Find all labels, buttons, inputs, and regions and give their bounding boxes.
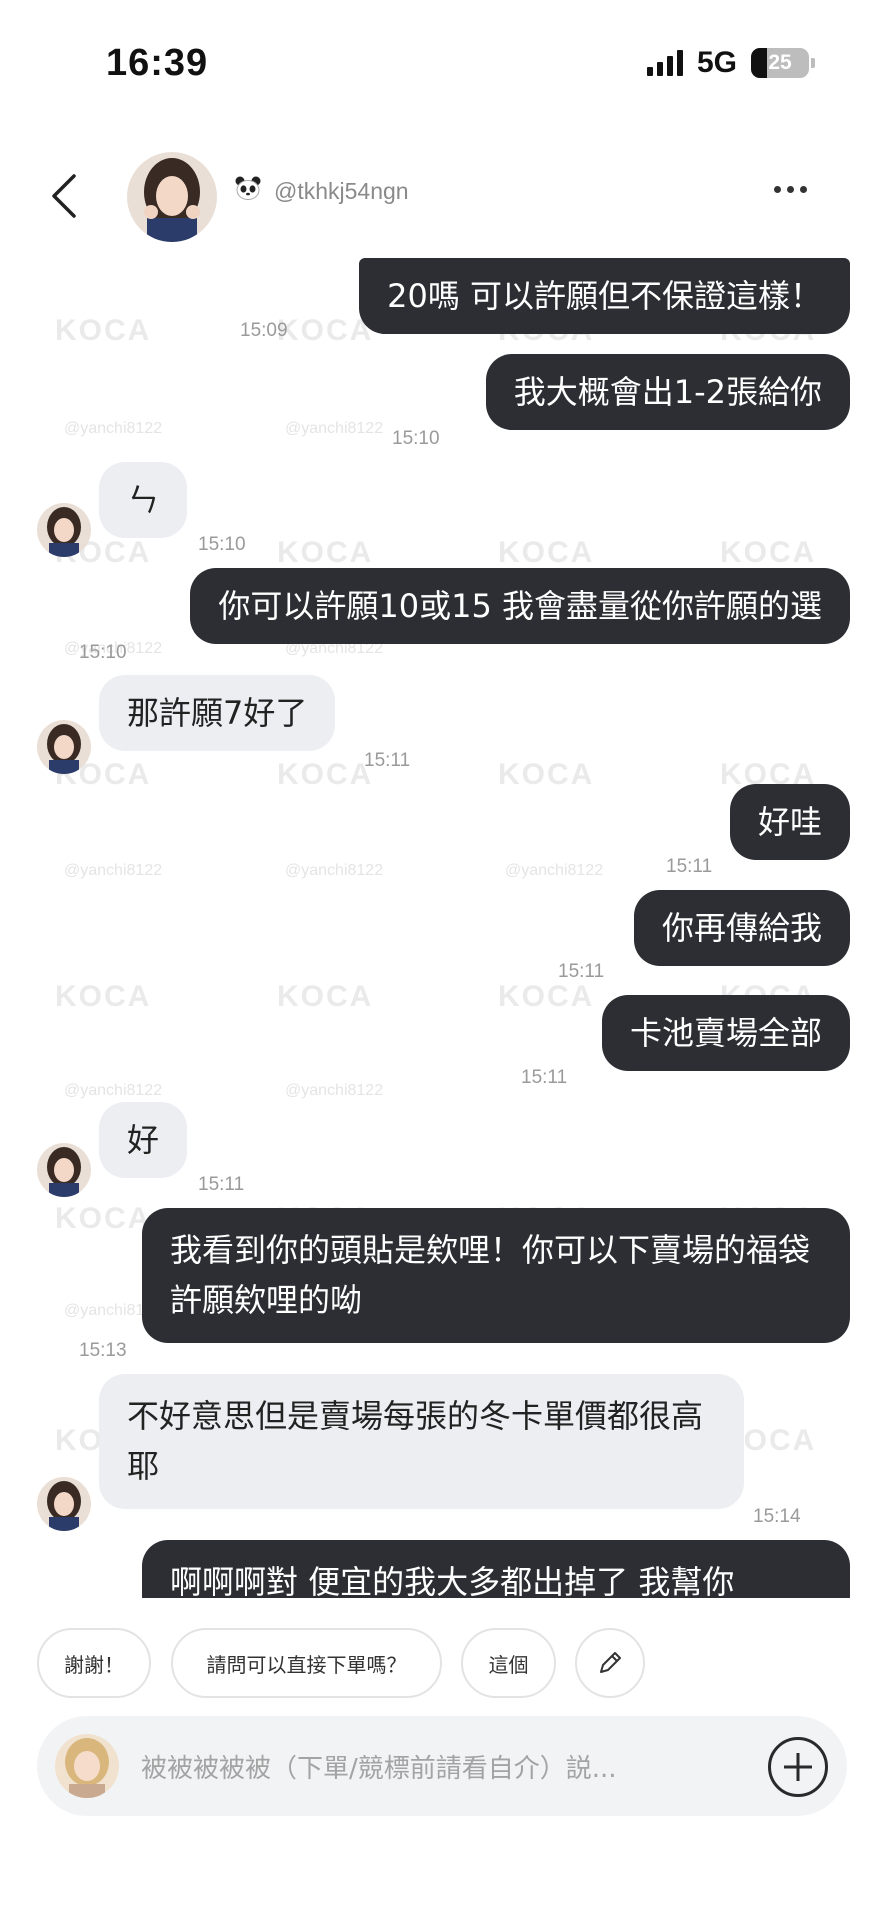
message-timestamp: 15:10 — [392, 428, 440, 449]
message-bubble-sent[interactable]: 20嗎 可以許願但不保證這樣！ — [359, 258, 850, 334]
quick-reply-chip[interactable]: 謝謝！ — [37, 1628, 151, 1698]
add-attachment-button[interactable] — [768, 1737, 828, 1797]
contact-avatar[interactable] — [127, 152, 217, 242]
status-indicators: 5G 25 — [646, 46, 815, 80]
watermark-logo: KOCA — [720, 536, 817, 569]
message-bubble-received[interactable]: 不好意思但是賣場每張的冬卡單價都很高耶 — [99, 1374, 744, 1510]
battery-icon: 25 — [751, 48, 809, 78]
message-timestamp: 15:11 — [521, 1067, 568, 1088]
watermark-handle: @yanchi8122 — [285, 1082, 384, 1099]
message-timestamp: 15:09 — [240, 320, 288, 341]
watermark-logo: KOCA — [55, 980, 152, 1013]
watermark-logo: KOCA — [277, 314, 374, 347]
message-bubble-sent[interactable]: 我看到你的頭貼是欸哩！你可以下賣場的福袋許願欸哩的呦 — [142, 1208, 850, 1344]
message-timestamp: 15:14 — [753, 1506, 801, 1527]
watermark-handle: @yanchi8122 — [285, 862, 384, 879]
watermark-logo: KOCA — [277, 536, 374, 569]
message-bubble-received[interactable]: 好 — [99, 1102, 188, 1178]
message-timestamp: 15:11 — [198, 1174, 245, 1195]
message-bubble-sent[interactable]: 你再傳給我 — [633, 890, 850, 966]
quick-reply-chip[interactable]: 這個 — [461, 1628, 556, 1698]
edit-quick-replies-button[interactable] — [575, 1628, 645, 1698]
user-avatar — [55, 1734, 119, 1798]
message-bubble-received[interactable]: 那許願7好了 — [99, 675, 336, 751]
watermark-handle: @yanchi8122 — [64, 1082, 163, 1099]
message-timestamp: 15:13 — [79, 1340, 127, 1361]
pencil-icon — [600, 1652, 621, 1673]
contact-avatar-small[interactable] — [37, 720, 91, 774]
watermark-logo: KOCA — [277, 758, 374, 791]
message-timestamp: 15:11 — [558, 961, 605, 982]
contact-avatar-small[interactable] — [37, 1143, 91, 1197]
message-timestamp: 15:10 — [198, 534, 246, 555]
watermark-handle: @yanchi8122 — [64, 862, 163, 879]
message-bubble-received[interactable]: ㄣ — [99, 462, 188, 538]
battery-tip — [811, 58, 815, 68]
message-bubble-sent[interactable]: 你可以許願10或15 我會盡量從你許願的選 — [190, 568, 850, 644]
more-options-icon[interactable] — [774, 186, 807, 193]
watermark-handle: @yanchi8122 — [505, 862, 604, 879]
status-time: 16:39 — [106, 42, 209, 84]
signal-icon — [646, 50, 683, 76]
watermark-logo: KOCA — [498, 758, 595, 791]
contact-avatar-small[interactable] — [37, 1477, 91, 1531]
message-timestamp: 15:11 — [666, 856, 713, 877]
message-input-field[interactable]: 被被被被被（下單/競標前請看自介）説... — [141, 1748, 617, 1785]
watermark-logo: KOCA — [498, 536, 595, 569]
message-bubble-sent[interactable]: 我大概會出1-2張給你 — [485, 354, 850, 430]
message-timestamp: 15:11 — [364, 750, 411, 771]
message-input-bar[interactable]: 被被被被被（下單/競標前請看自介）説... — [37, 1716, 847, 1816]
watermark-handle: @yanchi8122 — [285, 420, 384, 437]
watermark-logo: KOCA — [55, 314, 152, 347]
message-bubble-sent[interactable]: 卡池賣場全部 — [601, 995, 850, 1071]
network-type: 5G — [696, 46, 737, 79]
contact-avatar-small[interactable] — [37, 503, 91, 557]
contact-username[interactable]: @tkhkj54ngn — [274, 178, 409, 205]
watermark-logo: KOCA — [498, 980, 595, 1013]
panda-icon — [235, 176, 261, 200]
message-bubble-sent[interactable]: 啊啊啊對 便宜的我大多都出掉了 我幫你 — [142, 1540, 850, 1598]
back-arrow-icon[interactable] — [48, 172, 82, 220]
watermark-logo: KOCA — [55, 1202, 152, 1235]
watermark-logo: KOCA — [277, 980, 374, 1013]
watermark-handle: @yanchi8122 — [64, 420, 163, 437]
chat-messages[interactable]: KOCA KOCA KOCA KOCA KOCA KOCA KOCA KOCA … — [0, 250, 885, 1598]
battery-level: 25 — [768, 51, 792, 74]
message-bubble-sent[interactable]: 好哇 — [729, 784, 850, 860]
message-timestamp: 15:10 — [79, 642, 127, 663]
quick-reply-chip[interactable]: 請問可以直接下單嗎？ — [171, 1628, 442, 1698]
